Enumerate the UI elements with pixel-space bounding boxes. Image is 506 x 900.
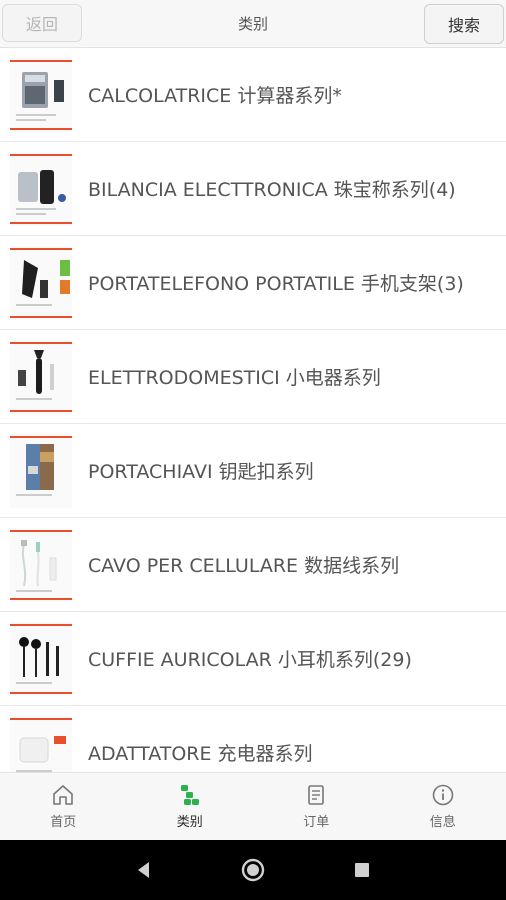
home-icon [53, 785, 74, 805]
back-button[interactable]: 返回 [2, 4, 82, 42]
tab-label: 类别 [176, 815, 203, 830]
tab-label: 信息 [429, 815, 456, 830]
tab-info[interactable]: 信息 [380, 773, 506, 840]
category-icon [180, 785, 199, 805]
recents-square-icon[interactable] [349, 857, 375, 883]
system-nav-bar [0, 840, 506, 900]
tab-orders[interactable]: 订单 [253, 773, 380, 840]
category-list: CALCOLATRICE 计算器系列* BILANCIA ELECTTRONIC… [0, 48, 506, 772]
category-thumbnail [10, 245, 72, 320]
category-thumbnail [10, 339, 72, 414]
category-label: CAVO PER CELLULARE 数据线系列 [88, 555, 400, 577]
category-label: CUFFIE AURICOLAR 小耳机系列(29) [88, 649, 412, 671]
category-label: ADATTATORE 充电器系列 [88, 743, 313, 765]
search-button[interactable]: 搜索 [424, 4, 504, 44]
order-icon [308, 785, 325, 805]
category-item[interactable]: PORTACHIAVI 钥匙扣系列 [0, 424, 506, 518]
tab-label: 首页 [50, 815, 77, 830]
category-thumbnail [10, 433, 72, 508]
category-label: CALCOLATRICE 计算器系列* [88, 85, 342, 107]
category-label: ELETTRODOMESTICI 小电器系列 [88, 367, 381, 389]
home-circle-icon[interactable] [240, 857, 266, 883]
category-item[interactable]: CAVO PER CELLULARE 数据线系列 [0, 518, 506, 612]
back-triangle-icon[interactable] [131, 857, 157, 883]
tab-home[interactable]: 首页 [0, 773, 127, 840]
tab-label: 订单 [303, 815, 330, 830]
category-thumbnail [10, 621, 72, 696]
category-item[interactable]: CUFFIE AURICOLAR 小耳机系列(29) [0, 612, 506, 706]
category-thumbnail [10, 715, 72, 772]
category-item[interactable]: BILANCIA ELECTTRONICA 珠宝称系列(4) [0, 142, 506, 236]
bottom-tab-bar: 首页 类别 订单 信息 [0, 772, 506, 840]
category-thumbnail [10, 527, 72, 602]
category-item[interactable]: PORTATELEFONO PORTATILE 手机支架(3) [0, 236, 506, 330]
category-label: BILANCIA ELECTTRONICA 珠宝称系列(4) [88, 179, 456, 201]
category-thumbnail [10, 151, 72, 226]
category-item[interactable]: ELETTRODOMESTICI 小电器系列 [0, 330, 506, 424]
category-thumbnail [10, 57, 72, 132]
category-item[interactable]: CALCOLATRICE 计算器系列* [0, 48, 506, 142]
category-label: PORTACHIAVI 钥匙扣系列 [88, 461, 314, 483]
category-item[interactable]: ADATTATORE 充电器系列 [0, 706, 506, 772]
category-label: PORTATELEFONO PORTATILE 手机支架(3) [88, 273, 464, 295]
top-bar: 返回 类别 搜索 [0, 0, 506, 48]
info-icon [432, 784, 454, 806]
tab-category[interactable]: 类别 [127, 773, 254, 840]
